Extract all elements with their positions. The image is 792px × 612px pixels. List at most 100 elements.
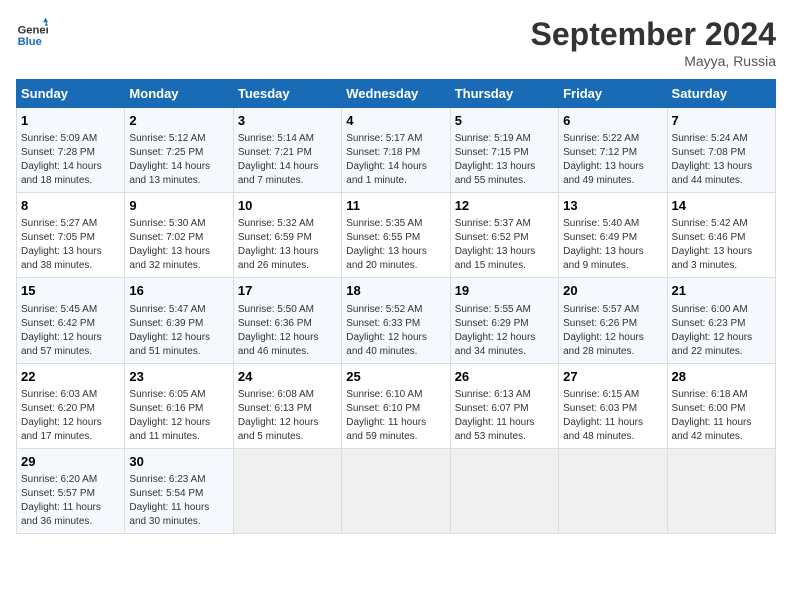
day-info: Sunrise: 5:55 AM Sunset: 6:29 PM Dayligh… [455, 303, 554, 359]
table-cell: 4 Sunrise: 5:17 AM Sunset: 7:18 PM Daylig… [342, 108, 450, 193]
day-info: Sunrise: 5:12 AM Sunset: 7:25 PM Dayligh… [129, 132, 228, 188]
logo-icon: General Blue [16, 16, 48, 48]
day-number: 24 [238, 368, 337, 386]
col-sunday: Sunday [17, 80, 125, 108]
calendar-table: Sunday Monday Tuesday Wednesday Thursday… [16, 79, 776, 534]
day-info: Sunrise: 6:20 AM Sunset: 5:57 PM Dayligh… [21, 473, 120, 529]
table-cell: 5 Sunrise: 5:19 AM Sunset: 7:15 PM Daylig… [450, 108, 558, 193]
day-info: Sunrise: 5:09 AM Sunset: 7:28 PM Dayligh… [21, 132, 120, 188]
table-row: 29 Sunrise: 6:20 AM Sunset: 5:57 PM Dayli… [17, 448, 776, 533]
table-cell: 23 Sunrise: 6:05 AM Sunset: 6:16 PM Dayli… [125, 363, 233, 448]
day-info: Sunrise: 6:00 AM Sunset: 6:23 PM Dayligh… [672, 303, 771, 359]
day-info: Sunrise: 6:10 AM Sunset: 6:10 PM Dayligh… [346, 388, 445, 444]
table-cell: 8 Sunrise: 5:27 AM Sunset: 7:05 PM Daylig… [17, 193, 125, 278]
day-info: Sunrise: 5:30 AM Sunset: 7:02 PM Dayligh… [129, 217, 228, 273]
table-cell: 11 Sunrise: 5:35 AM Sunset: 6:55 PM Dayli… [342, 193, 450, 278]
day-number: 2 [129, 112, 228, 130]
table-cell: 22 Sunrise: 6:03 AM Sunset: 6:20 PM Dayli… [17, 363, 125, 448]
table-cell: 1Sunrise: 5:09 AM Sunset: 7:28 PM Daylig… [17, 108, 125, 193]
logo: General Blue [16, 16, 48, 48]
day-info: Sunrise: 5:50 AM Sunset: 6:36 PM Dayligh… [238, 303, 337, 359]
day-info: Sunrise: 5:19 AM Sunset: 7:15 PM Dayligh… [455, 132, 554, 188]
table-cell: 6 Sunrise: 5:22 AM Sunset: 7:12 PM Daylig… [559, 108, 667, 193]
day-info: Sunrise: 5:14 AM Sunset: 7:21 PM Dayligh… [238, 132, 337, 188]
location: Mayya, Russia [531, 53, 776, 69]
table-cell: 16 Sunrise: 5:47 AM Sunset: 6:39 PM Dayli… [125, 278, 233, 363]
day-number: 9 [129, 197, 228, 215]
day-info: Sunrise: 5:22 AM Sunset: 7:12 PM Dayligh… [563, 132, 662, 188]
day-info: Sunrise: 5:57 AM Sunset: 6:26 PM Dayligh… [563, 303, 662, 359]
day-number: 7 [672, 112, 771, 130]
day-info: Sunrise: 6:05 AM Sunset: 6:16 PM Dayligh… [129, 388, 228, 444]
table-cell: 10Sunrise: 5:32 AM Sunset: 6:59 PM Dayli… [233, 193, 341, 278]
table-cell: 2 Sunrise: 5:12 AM Sunset: 7:25 PM Daylig… [125, 108, 233, 193]
day-info: Sunrise: 5:17 AM Sunset: 7:18 PM Dayligh… [346, 132, 445, 188]
col-saturday: Saturday [667, 80, 775, 108]
table-cell: 30 Sunrise: 6:23 AM Sunset: 5:54 PM Dayli… [125, 448, 233, 533]
day-info: Sunrise: 6:08 AM Sunset: 6:13 PM Dayligh… [238, 388, 337, 444]
table-cell: 20 Sunrise: 5:57 AM Sunset: 6:26 PM Dayli… [559, 278, 667, 363]
day-number: 29 [21, 453, 120, 471]
table-cell: 12 Sunrise: 5:37 AM Sunset: 6:52 PM Dayli… [450, 193, 558, 278]
day-number: 5 [455, 112, 554, 130]
table-cell: 15Sunrise: 5:45 AM Sunset: 6:42 PM Dayli… [17, 278, 125, 363]
day-number: 6 [563, 112, 662, 130]
day-info: Sunrise: 6:23 AM Sunset: 5:54 PM Dayligh… [129, 473, 228, 529]
col-thursday: Thursday [450, 80, 558, 108]
table-cell: 24 Sunrise: 6:08 AM Sunset: 6:13 PM Dayli… [233, 363, 341, 448]
day-info: Sunrise: 5:42 AM Sunset: 6:46 PM Dayligh… [672, 217, 771, 273]
page-header: General Blue September 2024 Mayya, Russi… [16, 16, 776, 69]
table-cell: 14Sunrise: 5:42 AM Sunset: 6:46 PM Dayli… [667, 193, 775, 278]
day-info: Sunrise: 6:18 AM Sunset: 6:00 PM Dayligh… [672, 388, 771, 444]
day-number: 16 [129, 282, 228, 300]
table-cell: 13 Sunrise: 5:40 AM Sunset: 6:49 PM Dayli… [559, 193, 667, 278]
day-number: 21 [672, 282, 771, 300]
day-number: 17 [238, 282, 337, 300]
day-info: Sunrise: 5:32 AM Sunset: 6:59 PM Dayligh… [238, 217, 337, 273]
col-monday: Monday [125, 80, 233, 108]
month-title: September 2024 [531, 16, 776, 53]
day-number: 27 [563, 368, 662, 386]
day-number: 18 [346, 282, 445, 300]
day-info: Sunrise: 6:03 AM Sunset: 6:20 PM Dayligh… [21, 388, 120, 444]
day-info: Sunrise: 5:27 AM Sunset: 7:05 PM Dayligh… [21, 217, 120, 273]
day-info: Sunrise: 5:37 AM Sunset: 6:52 PM Dayligh… [455, 217, 554, 273]
table-cell [450, 448, 558, 533]
day-number: 20 [563, 282, 662, 300]
svg-text:Blue: Blue [18, 36, 42, 48]
col-tuesday: Tuesday [233, 80, 341, 108]
day-info: Sunrise: 5:52 AM Sunset: 6:33 PM Dayligh… [346, 303, 445, 359]
table-row: 8 Sunrise: 5:27 AM Sunset: 7:05 PM Daylig… [17, 193, 776, 278]
table-cell [342, 448, 450, 533]
day-number: 26 [455, 368, 554, 386]
day-number: 8 [21, 197, 120, 215]
table-cell: 19 Sunrise: 5:55 AM Sunset: 6:29 PM Dayli… [450, 278, 558, 363]
table-cell [559, 448, 667, 533]
day-number: 4 [346, 112, 445, 130]
day-number: 23 [129, 368, 228, 386]
day-number: 28 [672, 368, 771, 386]
table-cell: 26Sunrise: 6:13 AM Sunset: 6:07 PM Dayli… [450, 363, 558, 448]
day-number: 30 [129, 453, 228, 471]
table-cell: 17 Sunrise: 5:50 AM Sunset: 6:36 PM Dayli… [233, 278, 341, 363]
day-info: Sunrise: 5:40 AM Sunset: 6:49 PM Dayligh… [563, 217, 662, 273]
day-info: Sunrise: 5:35 AM Sunset: 6:55 PM Dayligh… [346, 217, 445, 273]
day-info: Sunrise: 5:47 AM Sunset: 6:39 PM Dayligh… [129, 303, 228, 359]
day-number: 12 [455, 197, 554, 215]
day-number: 13 [563, 197, 662, 215]
day-info: Sunrise: 5:45 AM Sunset: 6:42 PM Dayligh… [21, 303, 120, 359]
table-row: 22 Sunrise: 6:03 AM Sunset: 6:20 PM Dayli… [17, 363, 776, 448]
table-cell: 25 Sunrise: 6:10 AM Sunset: 6:10 PM Dayli… [342, 363, 450, 448]
table-row: 1Sunrise: 5:09 AM Sunset: 7:28 PM Daylig… [17, 108, 776, 193]
day-number: 25 [346, 368, 445, 386]
table-cell: 27Sunrise: 6:15 AM Sunset: 6:03 PM Dayli… [559, 363, 667, 448]
title-area: September 2024 Mayya, Russia [531, 16, 776, 69]
col-friday: Friday [559, 80, 667, 108]
table-row: 15Sunrise: 5:45 AM Sunset: 6:42 PM Dayli… [17, 278, 776, 363]
day-number: 22 [21, 368, 120, 386]
table-cell [667, 448, 775, 533]
day-number: 11 [346, 197, 445, 215]
day-number: 19 [455, 282, 554, 300]
table-cell: 29 Sunrise: 6:20 AM Sunset: 5:57 PM Dayli… [17, 448, 125, 533]
table-cell: 18 Sunrise: 5:52 AM Sunset: 6:33 PM Dayli… [342, 278, 450, 363]
